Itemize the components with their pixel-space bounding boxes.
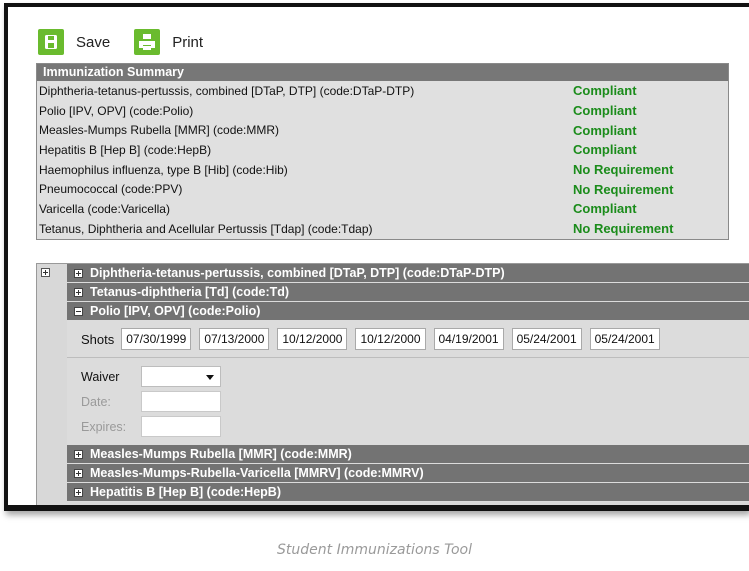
save-icon (38, 29, 64, 55)
vaccine-header-label: Measles-Mumps-Rubella-Varicella [MMRV] (… (90, 465, 424, 480)
date-field[interactable] (141, 391, 221, 412)
shot-date-field[interactable]: 07/30/1999 (121, 328, 192, 350)
summary-title: Immunization Summary (37, 64, 728, 81)
vaccine-header-label: Hepatitis B [Hep B] (code:HepB) (90, 484, 281, 499)
vaccine-header-label: Polio [IPV, OPV] (code:Polio) (90, 303, 261, 318)
immunizations-window: Save Print Immunization Summary Diphther… (4, 3, 749, 511)
summary-status: Compliant (573, 103, 637, 119)
date-row: Date: (67, 389, 749, 414)
divider (67, 357, 749, 358)
vaccine-header-hepb[interactable]: Hepatitis B [Hep B] (code:HepB) (67, 483, 749, 502)
expand-all-icon[interactable] (41, 268, 50, 277)
summary-vaccine-name: Hepatitis B [Hep B] (code:HepB) (39, 142, 212, 157)
shot-date-field[interactable]: 05/24/2001 (511, 328, 582, 350)
summary-vaccine-name: Haemophilus influenza, type B [Hib] (cod… (39, 162, 288, 177)
print-button[interactable]: Print (134, 29, 203, 55)
summary-status: Compliant (573, 83, 637, 99)
summary-row: Pneumococcal (code:PPV) No Requirement (37, 179, 728, 199)
toolbar: Save Print (38, 27, 227, 57)
shot-date-field[interactable]: 04/19/2001 (433, 328, 504, 350)
waiver-row: Waiver (67, 364, 749, 389)
vaccine-list: Diphtheria-tetanus-pertussis, combined [… (67, 264, 749, 502)
vaccine-details-panel: Diphtheria-tetanus-pertussis, combined [… (36, 263, 749, 505)
shot-date-field[interactable]: 10/12/2000 (355, 328, 426, 350)
polio-details: Shots 07/30/1999 07/13/2000 10/12/2000 1… (67, 321, 749, 445)
shot-date-field[interactable]: 10/12/2000 (277, 328, 348, 350)
summary-vaccine-name: Measles-Mumps Rubella [MMR] (code:MMR) (39, 123, 280, 138)
shot-date-field[interactable]: 05/24/2001 (589, 328, 660, 350)
expires-row: Expires: (67, 414, 749, 439)
summary-row: Tetanus, Diphtheria and Acellular Pertus… (37, 219, 728, 239)
summary-status: Compliant (573, 122, 637, 138)
expand-icon (74, 487, 83, 497)
summary-vaccine-name: Diphtheria-tetanus-pertussis, combined [… (39, 83, 415, 98)
summary-status: No Requirement (573, 162, 674, 178)
shot-date-field[interactable]: 07/13/2000 (199, 328, 270, 350)
summary-status: Compliant (573, 201, 637, 217)
vaccine-header-mmr[interactable]: Measles-Mumps Rubella [MMR] (code:MMR) (67, 445, 749, 464)
save-label: Save (76, 33, 111, 51)
vaccine-header-label: Tetanus-diphtheria [Td] (code:Td) (90, 284, 290, 299)
print-icon (134, 29, 161, 55)
summary-status: No Requirement (573, 221, 674, 237)
expand-icon (74, 287, 83, 297)
summary-row: Diphtheria-tetanus-pertussis, combined [… (37, 81, 728, 101)
summary-row: Measles-Mumps Rubella [MMR] (code:MMR) C… (37, 120, 728, 140)
summary-vaccine-name: Varicella (code:Varicella) (39, 201, 170, 216)
vaccine-header-mmrv[interactable]: Measles-Mumps-Rubella-Varicella [MMRV] (… (67, 464, 749, 483)
collapse-icon (74, 306, 83, 316)
expand-icon (74, 268, 83, 278)
summary-vaccine-name: Pneumococcal (code:PPV) (39, 182, 183, 197)
summary-row: Hepatitis B [Hep B] (code:HepB) Complian… (37, 140, 728, 160)
summary-vaccine-name: Tetanus, Diphtheria and Acellular Pertus… (39, 221, 373, 236)
date-label: Date: (81, 394, 111, 409)
waiver-label: Waiver (81, 369, 120, 384)
expires-field[interactable] (141, 416, 221, 437)
expires-label: Expires: (81, 419, 127, 434)
vaccine-header-polio[interactable]: Polio [IPV, OPV] (code:Polio) (67, 302, 749, 321)
vaccine-header-label: Measles-Mumps Rubella [MMR] (code:MMR) (90, 446, 352, 461)
summary-row: Haemophilus influenza, type B [Hib] (cod… (37, 160, 728, 180)
chevron-down-icon (206, 375, 214, 380)
expand-icon (74, 449, 83, 459)
save-button[interactable]: Save (38, 29, 110, 55)
vaccine-header-dtap[interactable]: Diphtheria-tetanus-pertussis, combined [… (67, 264, 749, 283)
shots-label: Shots (81, 331, 115, 347)
expand-icon (74, 468, 83, 478)
summary-row: Varicella (code:Varicella) Compliant (37, 199, 728, 219)
summary-status: Compliant (573, 142, 637, 158)
vaccine-header-label: Diphtheria-tetanus-pertussis, combined [… (90, 265, 505, 280)
figure-caption: Student Immunizations Tool (277, 542, 472, 558)
shots-row: Shots 07/30/1999 07/13/2000 10/12/2000 1… (67, 321, 749, 357)
summary-row: Polio [IPV, OPV] (code:Polio) Compliant (37, 101, 728, 121)
waiver-select[interactable] (141, 366, 221, 387)
vaccine-header-td[interactable]: Tetanus-diphtheria [Td] (code:Td) (67, 283, 749, 302)
summary-status: No Requirement (573, 181, 674, 197)
summary-vaccine-name: Polio [IPV, OPV] (code:Polio) (39, 103, 194, 118)
print-label: Print (172, 33, 204, 51)
immunization-summary: Immunization Summary Diphtheria-tetanus-… (36, 63, 729, 240)
